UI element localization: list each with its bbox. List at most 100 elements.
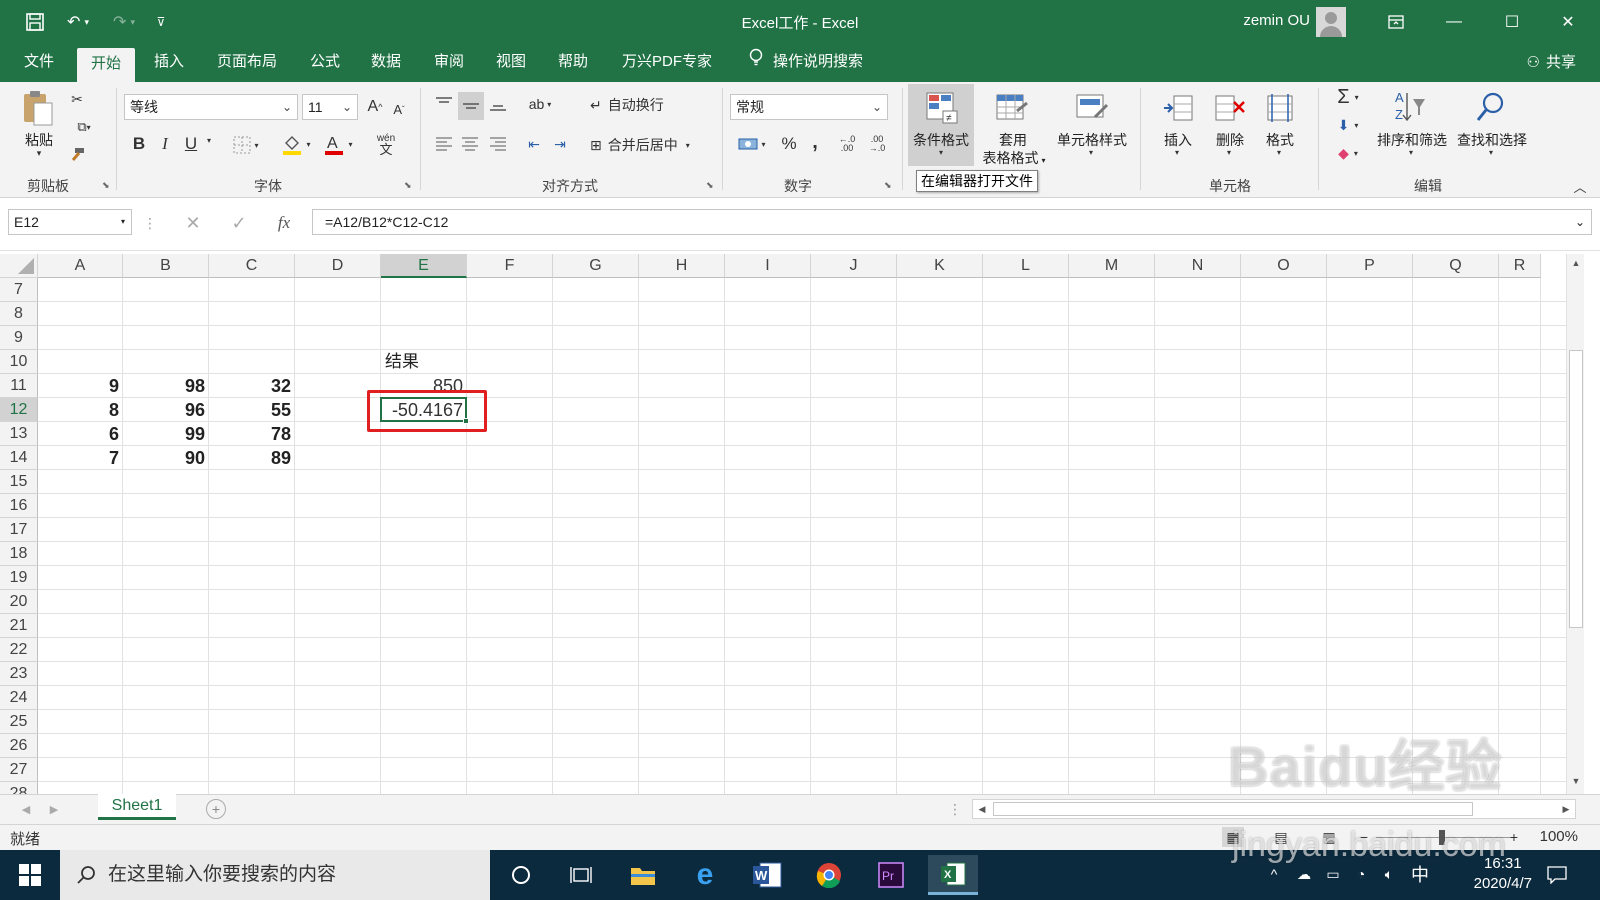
align-left-icon[interactable]	[432, 132, 456, 156]
tab-page-layout[interactable]: 页面布局	[203, 44, 291, 82]
number-format-combo[interactable]: 常规 ⌄	[730, 94, 888, 120]
phonetic-guide-icon[interactable]: wén 文	[366, 130, 406, 158]
word-icon[interactable]: W	[742, 855, 792, 895]
autosum-icon[interactable]: Σ ▾	[1330, 86, 1366, 108]
tab-insert[interactable]: 插入	[140, 44, 198, 82]
borders-icon[interactable]: ▾	[226, 134, 266, 156]
paste-icon[interactable]	[18, 88, 58, 128]
underline-button[interactable]: U	[180, 132, 202, 156]
column-header-r[interactable]: R	[1499, 254, 1541, 278]
format-dropdown-icon[interactable]: ▾	[1272, 148, 1286, 157]
volume-icon[interactable]: 🔈︎	[1378, 864, 1400, 884]
delete-cells-label[interactable]: 删除	[1206, 130, 1254, 150]
save-icon[interactable]	[24, 10, 46, 34]
excel-icon[interactable]: X	[928, 855, 978, 895]
insert-dropdown-icon[interactable]: ▾	[1170, 148, 1184, 157]
cell-styles-label[interactable]: 单元格样式	[1052, 130, 1132, 150]
scroll-right-icon[interactable]: ▶	[1557, 800, 1575, 818]
row-header-16[interactable]: 16	[0, 494, 38, 518]
cell-b12[interactable]: 96	[123, 398, 209, 422]
merge-center-button[interactable]: ⊞ 合并后居中 ▾	[590, 132, 710, 158]
sort-dropdown-icon[interactable]: ▾	[1404, 148, 1418, 157]
font-name-combo[interactable]: 等线 ⌄	[124, 94, 298, 120]
sheet-tab-sheet1[interactable]: Sheet1	[98, 794, 176, 820]
delete-cells-icon[interactable]	[1212, 90, 1248, 126]
sort-filter-label[interactable]: 排序和筛选	[1370, 130, 1454, 150]
start-button[interactable]	[0, 850, 60, 900]
row-header-28[interactable]: 28	[0, 782, 38, 794]
column-header-i[interactable]: I	[725, 254, 811, 278]
column-header-n[interactable]: N	[1155, 254, 1241, 278]
sheet-next-icon[interactable]: ▶	[46, 799, 62, 819]
font-color-icon[interactable]: A ▾	[318, 132, 358, 156]
expand-formula-icon[interactable]: ⌄	[1575, 210, 1585, 234]
row-header-23[interactable]: 23	[0, 662, 38, 686]
bold-button[interactable]: B	[128, 132, 150, 156]
wifi-icon[interactable]: ◔	[1350, 864, 1372, 884]
format-as-table-icon[interactable]	[994, 90, 1030, 126]
fill-color-icon[interactable]: ▾	[276, 132, 316, 156]
vertical-scroll-thumb[interactable]	[1569, 350, 1583, 628]
align-middle-icon[interactable]	[458, 92, 484, 120]
cell-styles-icon[interactable]	[1074, 90, 1110, 126]
undo-icon[interactable]: ↶ ▾	[60, 10, 96, 34]
row-header-14[interactable]: 14	[0, 446, 38, 470]
row-header-24[interactable]: 24	[0, 686, 38, 710]
cell-a14[interactable]: 7	[38, 446, 123, 470]
avatar[interactable]	[1316, 7, 1346, 37]
find-dropdown-icon[interactable]: ▾	[1484, 148, 1498, 157]
cell-e10[interactable]: 结果	[381, 350, 467, 374]
underline-dropdown-icon[interactable]: ▾	[204, 136, 214, 145]
fill-icon[interactable]: ⬇ ▾	[1330, 114, 1366, 136]
redo-icon[interactable]: ↷ ▾	[106, 10, 142, 34]
action-center-icon[interactable]	[1544, 862, 1570, 888]
increase-indent-icon[interactable]: ⇥	[548, 132, 572, 156]
column-header-f[interactable]: F	[467, 254, 553, 278]
formula-input[interactable]: =A12/B12*C12-C12 ⌄	[312, 209, 1592, 235]
column-header-k[interactable]: K	[897, 254, 983, 278]
row-header-10[interactable]: 10	[0, 350, 38, 374]
tab-data[interactable]: 数据	[357, 44, 415, 82]
file-explorer-icon[interactable]	[618, 855, 668, 895]
delete-dropdown-icon[interactable]: ▾	[1222, 148, 1236, 157]
currency-icon[interactable]: ▾	[732, 132, 772, 156]
collapse-ribbon-icon[interactable]: ︿	[1570, 178, 1590, 195]
row-header-8[interactable]: 8	[0, 302, 38, 326]
column-header-g[interactable]: G	[553, 254, 639, 278]
cell-b13[interactable]: 99	[123, 422, 209, 446]
insert-cells-label[interactable]: 插入	[1154, 130, 1202, 150]
cell-b11[interactable]: 98	[123, 374, 209, 398]
cell-a12[interactable]: 8	[38, 398, 123, 422]
row-header-25[interactable]: 25	[0, 710, 38, 734]
cell-styles-dropdown-icon[interactable]: ▾	[1084, 148, 1098, 157]
tab-review[interactable]: 审阅	[420, 44, 478, 82]
column-header-e[interactable]: E	[381, 254, 467, 278]
minimize-icon[interactable]: —	[1426, 0, 1482, 44]
wrap-text-button[interactable]: ↵ 自动换行	[590, 92, 686, 118]
tray-chevron-up-icon[interactable]: ^	[1264, 864, 1284, 884]
row-header-11[interactable]: 11	[0, 374, 38, 398]
edge-browser-icon[interactable]: e	[680, 855, 730, 895]
tab-home[interactable]: 开始	[77, 48, 136, 82]
font-size-combo[interactable]: 11 ⌄	[302, 94, 358, 120]
row-header-22[interactable]: 22	[0, 638, 38, 662]
find-select-icon[interactable]	[1472, 88, 1508, 126]
column-header-a[interactable]: A	[38, 254, 123, 278]
tell-me-search[interactable]: 操作说明搜索	[735, 44, 877, 82]
row-header-19[interactable]: 19	[0, 566, 38, 590]
vertical-scrollbar[interactable]: ▲ ▼	[1566, 254, 1584, 794]
align-right-icon[interactable]	[486, 132, 510, 156]
cell-c11[interactable]: 32	[209, 374, 295, 398]
cell-a11[interactable]: 9	[38, 374, 123, 398]
close-icon[interactable]: ✕	[1540, 0, 1596, 44]
row-header-18[interactable]: 18	[0, 542, 38, 566]
align-center-icon[interactable]	[458, 132, 482, 156]
scroll-down-icon[interactable]: ▼	[1567, 772, 1585, 790]
confirm-entry-icon[interactable]: ✓	[226, 211, 252, 235]
ribbon-display-icon[interactable]	[1368, 0, 1424, 44]
share-button[interactable]: ⚇ 共享	[1527, 44, 1576, 82]
task-view-icon[interactable]	[556, 855, 606, 895]
alignment-launcher-icon[interactable]: ⬊	[706, 180, 714, 191]
battery-icon[interactable]: ▭	[1322, 864, 1344, 884]
column-header-j[interactable]: J	[811, 254, 897, 278]
